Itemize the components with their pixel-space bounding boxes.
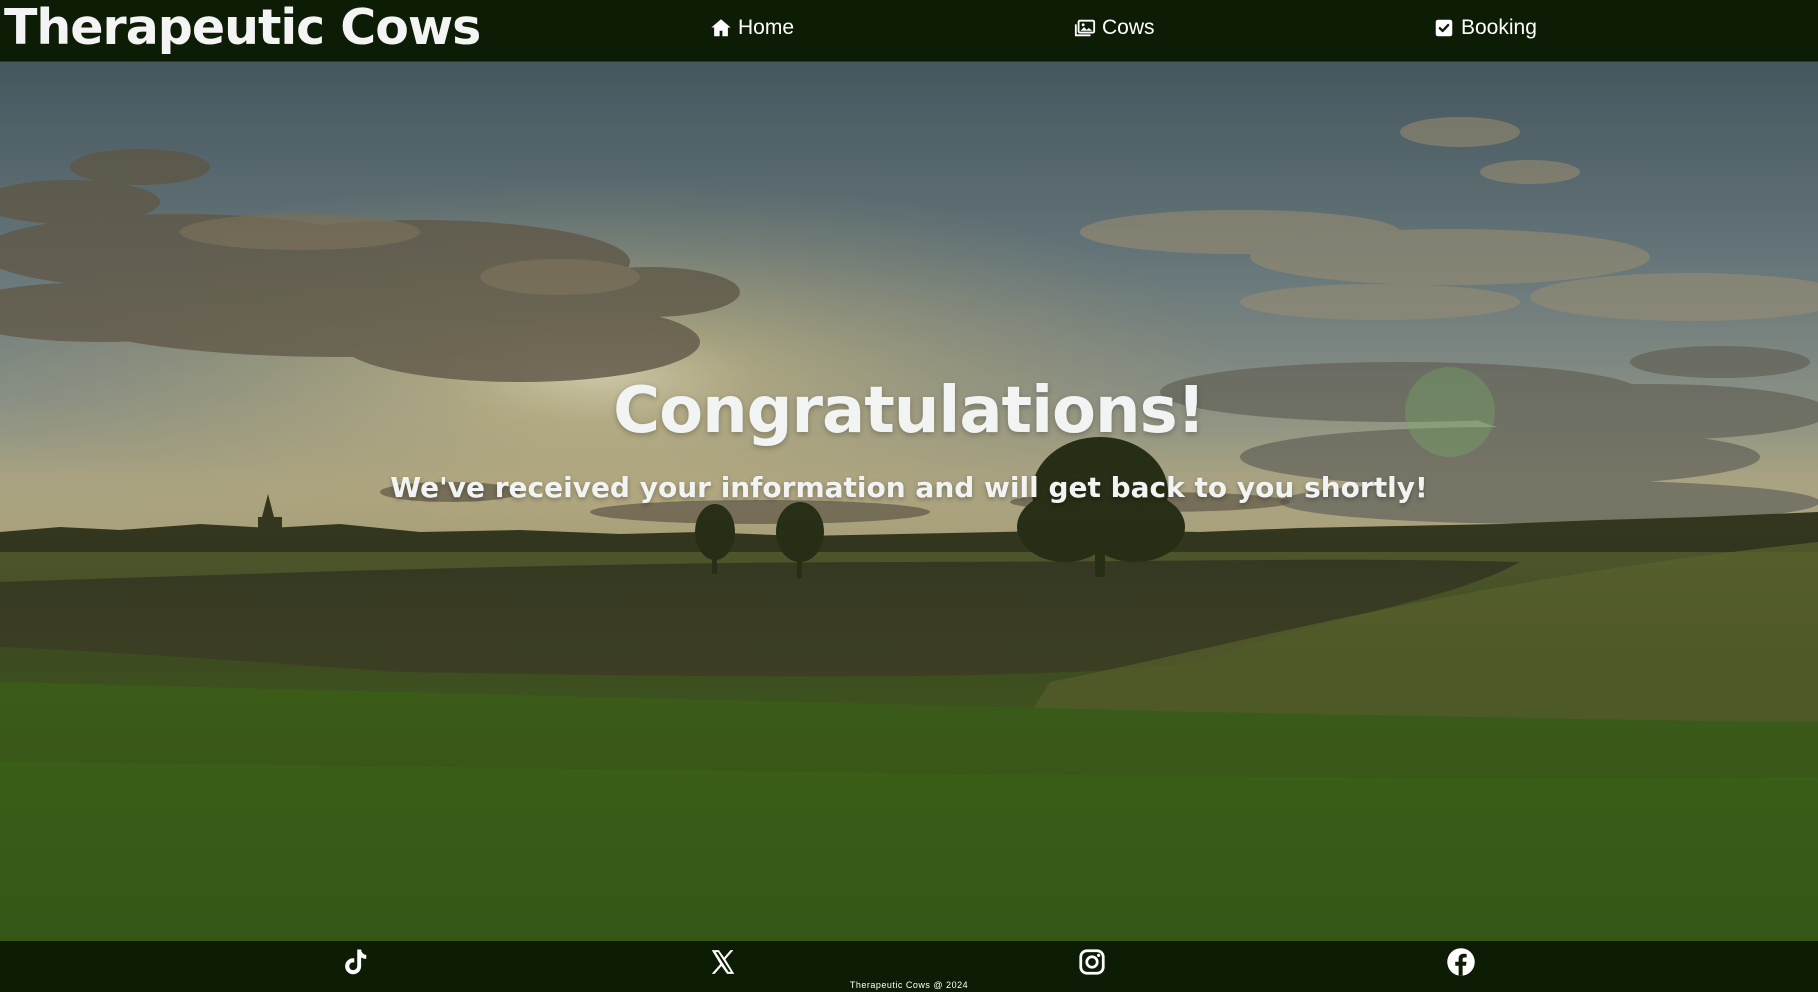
nav-home-link[interactable]: Home xyxy=(710,14,794,42)
site-logo[interactable]: Therapeutic Cows xyxy=(4,0,481,58)
confirmation-headline: Congratulations! xyxy=(613,374,1206,448)
instagram-link[interactable] xyxy=(1077,947,1107,977)
tiktok-icon xyxy=(339,947,369,977)
images-icon xyxy=(1074,17,1096,39)
x-icon xyxy=(708,947,738,977)
check-square-icon xyxy=(1433,17,1455,39)
nav-booking-label: Booking xyxy=(1461,16,1537,39)
home-icon xyxy=(710,17,732,39)
nav-booking-link[interactable]: Booking xyxy=(1433,14,1537,42)
instagram-icon xyxy=(1077,947,1107,977)
copyright-text: Therapeutic Cows @ 2024 xyxy=(849,980,969,990)
tiktok-link[interactable] xyxy=(339,947,369,977)
facebook-icon xyxy=(1446,947,1476,977)
site-footer: Therapeutic Cows @ 2024 xyxy=(0,941,1818,992)
x-link[interactable] xyxy=(708,947,738,977)
nav-cows-link[interactable]: Cows xyxy=(1074,14,1155,42)
facebook-link[interactable] xyxy=(1446,947,1476,977)
site-header: Therapeutic Cows Home Cows Booking xyxy=(0,0,1818,62)
nav-home-label: Home xyxy=(738,16,795,39)
nav-cows-label: Cows xyxy=(1102,16,1155,39)
hero-section: Congratulations! We've received your inf… xyxy=(0,62,1818,941)
page: Therapeutic Cows Home Cows Booking Congr… xyxy=(0,0,1818,992)
confirmation-message: We've received your information and will… xyxy=(390,471,1428,504)
